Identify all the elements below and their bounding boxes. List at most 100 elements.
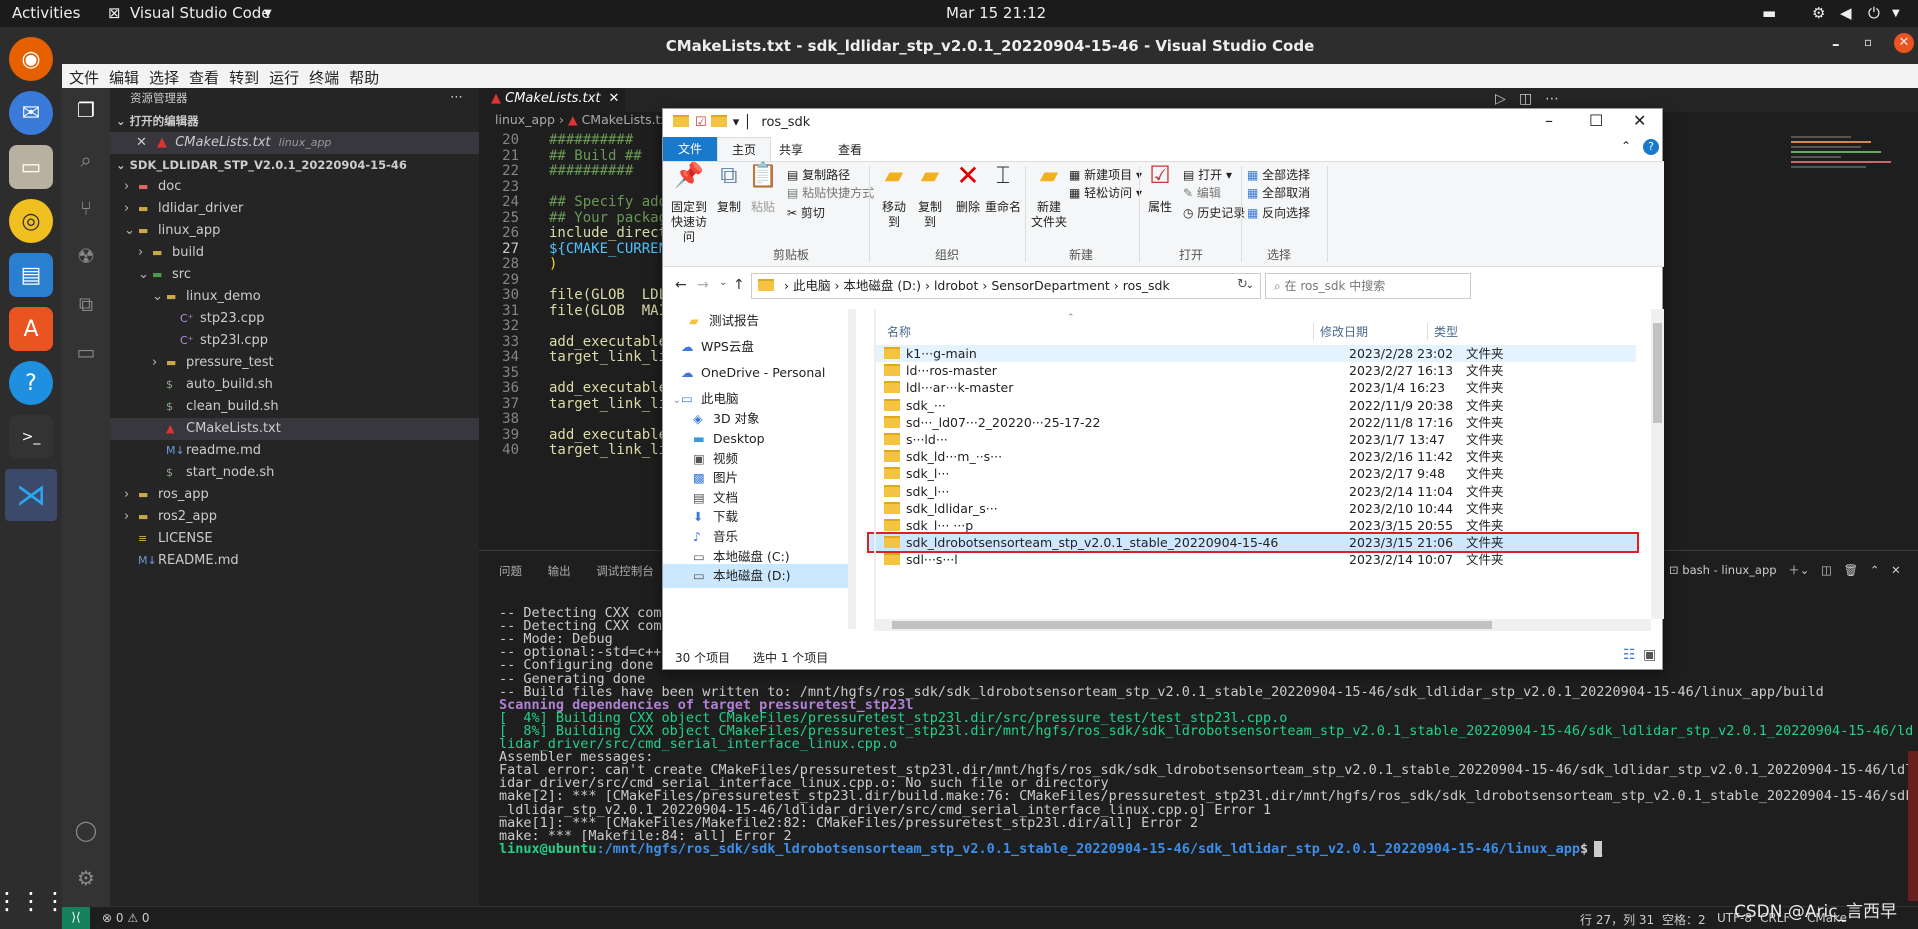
file-row[interactable]: sdk_ldlidar_s··· 2023/2/10 10:44 文件夹 xyxy=(876,500,1636,517)
file-row-selected[interactable]: sdk_ldrobotsensorteam_stp_v2.0.1_stable_… xyxy=(867,532,1639,554)
recent-chevron-icon[interactable]: ⌄ xyxy=(719,277,727,288)
tab-problems[interactable]: 问题 xyxy=(499,564,522,578)
project-section[interactable]: ⌄ SDK_LDLIDAR_STP_V2.0.1_20220904-15-46 xyxy=(116,154,485,176)
search-icon[interactable]: ⌕ xyxy=(72,148,100,176)
file-row[interactable]: sdk_l··· 2023/2/14 11:04 文件夹 xyxy=(876,483,1636,500)
menu-run[interactable]: 运行 xyxy=(264,64,304,88)
code-line[interactable]: ${CMAKE_CURREN xyxy=(549,241,667,257)
remote-icon[interactable]: ▭ xyxy=(72,340,100,368)
add-terminal-icon[interactable]: ＋⌄ xyxy=(1788,563,1809,577)
breadcrumb-item[interactable]: CMakeLists.txt xyxy=(582,112,673,127)
more-actions-icon[interactable]: ⋯ xyxy=(450,87,470,109)
code-line[interactable]: ## Build ## xyxy=(549,148,642,164)
tree-item[interactable]: ▲ CMakeLists.txt xyxy=(110,418,479,440)
firefox-icon[interactable]: ◉ xyxy=(9,37,53,81)
file-row[interactable]: sdl···s···l 2023/2/14 10:07 文件夹 xyxy=(876,551,1636,568)
file-row[interactable]: sdk_l··· 2023/2/17 9:48 文件夹 xyxy=(876,465,1636,482)
show-apps-icon[interactable]: ⋮⋮⋮ xyxy=(0,879,67,923)
code-line[interactable]: ## Your packag xyxy=(549,210,667,226)
forward-icon[interactable]: → xyxy=(697,277,709,293)
code-line[interactable]: ) xyxy=(549,256,557,272)
tree-item[interactable]: ⌄ ▬ src xyxy=(110,264,479,286)
menu-terminal[interactable]: 终端 xyxy=(304,64,344,88)
trash-icon[interactable]: 🗑 xyxy=(1844,563,1859,577)
terminal-prompt[interactable]: linux@ubuntu:/mnt/hgfs/ros_sdk/sdk_ldrob… xyxy=(499,840,1603,857)
invert-selection-button[interactable]: ▦ 反向选择 xyxy=(1247,204,1310,221)
open-editors-section[interactable]: ⌄ 打开的编辑器 xyxy=(116,110,485,132)
copy-path-button[interactable]: ▤ 复制路径 xyxy=(787,166,850,183)
file-row[interactable]: s···ld··· 2023/1/7 13:47 文件夹 xyxy=(876,431,1636,448)
minimize-icon[interactable]: – xyxy=(1545,111,1553,130)
tree-item[interactable]: › ▬ ros_app xyxy=(110,484,479,506)
folder-icon[interactable] xyxy=(673,115,689,127)
move-to-button[interactable]: ▰ 移动到 xyxy=(877,163,911,230)
search-box[interactable]: ⌕ 在 ros_sdk 中搜索 xyxy=(1265,273,1471,299)
open-button[interactable]: ▤ 打开 ▾ xyxy=(1183,166,1232,183)
terminal-icon[interactable]: >_ xyxy=(9,415,53,459)
address-bar[interactable]: › 此电脑 › 本地磁盘 (D:) › ldrobot › SensorDepa… xyxy=(751,273,1261,299)
properties-button[interactable]: ☑ 属性 xyxy=(1145,163,1175,215)
file-row[interactable]: k1···g-main 2023/2/28 23:02 文件夹 xyxy=(876,345,1636,362)
volume-icon[interactable]: ◀ xyxy=(1840,4,1852,22)
tree-item[interactable]: › ▬ build xyxy=(110,242,479,264)
paste-button[interactable]: 📋 粘贴 xyxy=(747,163,779,215)
delete-button[interactable]: ✕ 删除 xyxy=(953,162,983,215)
explorer-icon[interactable]: ❐ xyxy=(72,98,100,126)
split-editor-icon[interactable]: ◫ xyxy=(1519,91,1532,107)
tree-item[interactable]: M↓README.md xyxy=(110,550,479,572)
tab-cmakelists[interactable]: ▲ CMakeLists.txt ✕ xyxy=(479,88,625,112)
copy-button[interactable]: ⧉ 复制 xyxy=(713,163,745,215)
code-line[interactable]: target_link_li xyxy=(549,442,667,458)
code-line[interactable]: ########## xyxy=(549,163,633,179)
back-icon[interactable]: ← xyxy=(675,277,687,293)
code-line[interactable]: file(GLOB MAI xyxy=(549,303,667,319)
code-line[interactable]: add_executable xyxy=(549,380,667,396)
breadcrumb-item[interactable]: ldrobot xyxy=(934,278,978,293)
activities-button[interactable]: Activities xyxy=(12,4,80,22)
maximize-icon[interactable]: ▫ xyxy=(1864,35,1872,49)
menu-go[interactable]: 转到 xyxy=(224,64,264,88)
maximize-panel-icon[interactable]: ⌃ xyxy=(1870,563,1880,577)
edit-button[interactable]: ✎ 编辑 xyxy=(1183,184,1221,201)
chevron-down-icon[interactable]: ▾ │ xyxy=(733,115,751,130)
file-row[interactable]: sd···_ld07···2_20220···25-17-22 2022/11/8… xyxy=(876,414,1636,431)
writer-icon[interactable]: ▤ xyxy=(9,253,53,297)
select-none-button[interactable]: ▦ 全部取消 xyxy=(1247,184,1310,201)
rename-button[interactable]: ⌶ 重命名 xyxy=(985,163,1021,215)
history-button[interactable]: ◷ 历史记录 xyxy=(1183,204,1245,221)
file-row[interactable]: sdk_ld···m_··s··· 2023/2/16 11:42 文件夹 xyxy=(876,448,1636,465)
remote-icon[interactable]: ⟩⟨ xyxy=(62,907,90,929)
tree-item[interactable]: $ auto_build.sh xyxy=(110,374,479,396)
new-folder-icon[interactable] xyxy=(710,115,727,127)
file-row[interactable]: sdk_l··· ···p 2023/3/15 20:55 文件夹 xyxy=(876,517,1636,534)
tree-item[interactable]: C⁺ stp23l.cpp xyxy=(110,330,479,352)
files-icon[interactable]: ▭ xyxy=(9,145,53,189)
column-header-date[interactable]: 修改日期 xyxy=(1313,323,1368,340)
close-icon[interactable]: ✕ xyxy=(1894,33,1914,53)
rhythmbox-icon[interactable]: ◎ xyxy=(9,199,53,243)
minimap[interactable] xyxy=(1791,132,1901,192)
tree-item[interactable]: ⌄ ▬ linux_demo xyxy=(110,286,479,308)
close-icon[interactable]: ✕ xyxy=(1633,111,1646,130)
menu-view[interactable]: 查看 xyxy=(184,64,224,88)
tree-item[interactable]: ≡ LICENSE xyxy=(110,528,479,550)
menu-file[interactable]: 文件 xyxy=(64,64,104,88)
thunderbird-icon[interactable]: ✉ xyxy=(9,91,53,135)
ribbon-tab-share[interactable]: 共享 xyxy=(779,141,803,158)
menu-help[interactable]: 帮助 xyxy=(344,64,384,88)
menu-edit[interactable]: 编辑 xyxy=(104,64,144,88)
close-icon[interactable]: ✕ xyxy=(608,91,619,106)
network-icon[interactable]: ⚙ xyxy=(1812,4,1825,22)
copy-to-button[interactable]: ▰ 复制到 xyxy=(913,163,947,230)
tree-item[interactable]: $ clean_build.sh xyxy=(110,396,479,418)
easy-access-button[interactable]: ▦ 轻松访问 ▾ xyxy=(1069,184,1142,201)
tree-item[interactable]: M↓readme.md xyxy=(110,440,479,462)
code-line[interactable]: add_executable xyxy=(549,334,667,350)
tab-debug-console[interactable]: 调试控制台 xyxy=(596,564,654,578)
extensions-icon[interactable]: ⧉ xyxy=(72,292,100,320)
vscode-icon[interactable]: ⋊ xyxy=(5,469,57,521)
clock[interactable]: Mar 15 21:12 xyxy=(946,4,1046,22)
app-menu-button[interactable]: Visual Studio Code xyxy=(130,4,271,22)
menu-selection[interactable]: 选择 xyxy=(144,64,184,88)
more-actions-icon[interactable]: ⋯ xyxy=(1545,91,1559,107)
